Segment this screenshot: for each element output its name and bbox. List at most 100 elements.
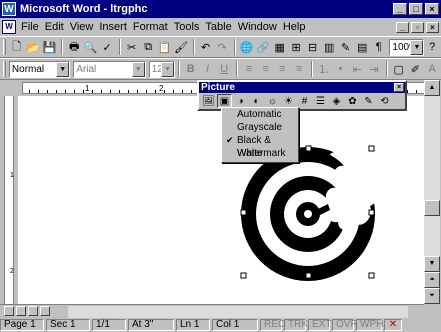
redo-icon[interactable]: ↷ [214, 39, 230, 56]
bullets-icon[interactable]: • [333, 61, 349, 78]
menu-help[interactable]: Help [280, 21, 309, 33]
decrease-indent-icon[interactable]: ⇤ [349, 61, 365, 78]
menu-item-black-white[interactable]: ✔ Black & White [222, 134, 298, 159]
format-painter-icon[interactable]: 🖌 [173, 39, 189, 56]
menu-file[interactable]: File [18, 21, 42, 33]
menu-item-automatic[interactable]: Automatic [222, 108, 298, 121]
new-icon[interactable]: 🗋 [9, 39, 25, 56]
vertical-scrollbar[interactable]: ▲ ▼ ⏶ ⏷ [424, 80, 441, 304]
print-preview-icon[interactable]: 🔍 [83, 39, 99, 56]
menu-window[interactable]: Window [235, 21, 280, 33]
word-app-icon[interactable]: W [2, 2, 16, 16]
picture-toolbar-caption[interactable]: Picture × [199, 82, 405, 93]
doc-close-button[interactable]: × [426, 21, 439, 33]
justify-icon[interactable]: ≡ [291, 61, 307, 78]
image-control-icon[interactable]: ▣ [217, 94, 232, 108]
document-icon[interactable]: W [2, 20, 16, 34]
font-combo[interactable]: Arial ▼ [73, 60, 146, 78]
menu-table[interactable]: Table [202, 21, 234, 33]
spelling-icon[interactable]: ✓ [99, 39, 115, 56]
print-icon[interactable]: 🖶 [66, 39, 82, 56]
border-icon[interactable]: ▢ [391, 61, 407, 78]
menu-edit[interactable]: Edit [42, 21, 67, 33]
align-right-icon[interactable]: ≡ [275, 61, 291, 78]
scroll-up-icon[interactable]: ▲ [424, 80, 440, 96]
format-picture-icon[interactable]: ✿ [345, 94, 360, 108]
menu-format[interactable]: Format [130, 21, 171, 33]
save-icon[interactable]: 💾 [42, 39, 58, 56]
more-brightness-icon[interactable]: ☼ [265, 94, 280, 108]
zoom-combo[interactable]: 100% ▼ [389, 38, 425, 56]
menu-view[interactable]: View [67, 21, 97, 33]
hyperlink-icon[interactable]: 🌐 [239, 39, 255, 56]
less-contrast-icon[interactable]: ◐ [249, 94, 264, 108]
less-brightness-icon[interactable]: ☀ [281, 94, 296, 108]
show-hide-icon[interactable]: ¶ [371, 39, 387, 56]
web-toolbar-icon[interactable]: 🔗 [255, 39, 271, 56]
status-wph[interactable]: WPH [356, 319, 383, 331]
minimize-button[interactable]: _ [393, 3, 407, 15]
picture-toolbar-close-button[interactable]: × [394, 83, 404, 92]
horizontal-scroll-track[interactable] [68, 306, 408, 318]
insert-table-icon[interactable]: ⊞ [288, 39, 304, 56]
insert-picture-icon[interactable]: 🖼 [201, 94, 216, 108]
chevron-down-icon[interactable]: ▼ [410, 39, 424, 55]
chevron-down-icon[interactable]: ▼ [160, 61, 174, 77]
crop-icon[interactable]: # [297, 94, 312, 108]
scroll-track[interactable] [424, 96, 440, 256]
document-map-icon[interactable]: ▤ [354, 39, 370, 56]
doc-restore-button[interactable]: ▫ [411, 21, 424, 33]
more-contrast-icon[interactable]: ◑ [233, 94, 248, 108]
tables-borders-icon[interactable]: ▦ [272, 39, 288, 56]
next-page-icon[interactable]: ⏷ [424, 288, 440, 304]
size-combo[interactable]: 12 ▼ [148, 60, 175, 78]
columns-icon[interactable]: ▥ [321, 39, 337, 56]
text-wrapping-icon[interactable]: ◈ [329, 94, 344, 108]
line-style-icon[interactable]: ☰ [313, 94, 328, 108]
previous-page-icon[interactable]: ⏶ [424, 272, 440, 288]
style-combo[interactable]: Normal ▼ [8, 60, 71, 78]
undo-icon[interactable]: ↶ [198, 39, 214, 56]
underline-icon[interactable]: U [216, 61, 232, 78]
status-ovr[interactable]: OVR [332, 319, 358, 331]
normal-view-icon[interactable] [4, 306, 14, 316]
highlight-icon[interactable]: ✐ [408, 61, 424, 78]
reset-picture-icon[interactable]: ⟲ [377, 94, 392, 108]
menu-tools[interactable]: Tools [171, 21, 203, 33]
copy-icon[interactable]: ⧉ [140, 39, 156, 56]
align-left-icon[interactable]: ≡ [241, 61, 257, 78]
scroll-down-icon[interactable]: ▼ [424, 256, 440, 272]
chevron-down-icon[interactable]: ▼ [131, 61, 145, 77]
numbering-icon[interactable]: ⒈ [316, 61, 332, 78]
menu-insert[interactable]: Insert [96, 21, 130, 33]
maximize-button[interactable]: □ [409, 3, 423, 15]
status-ext[interactable]: EXT [308, 319, 331, 331]
italic-icon[interactable]: I [200, 61, 216, 78]
font-color-icon[interactable]: A [424, 61, 440, 78]
bold-icon[interactable]: B [183, 61, 199, 78]
chevron-down-icon[interactable]: ▼ [56, 61, 70, 77]
web-layout-icon[interactable] [16, 306, 26, 316]
center-icon[interactable]: ≡ [258, 61, 274, 78]
menu-item-watermark[interactable]: Watermark [222, 147, 298, 160]
outline-view-icon[interactable] [40, 306, 50, 316]
status-rec[interactable]: REC [260, 319, 285, 331]
set-transparent-color-icon[interactable]: ✎ [361, 94, 376, 108]
close-button[interactable]: × [425, 3, 439, 15]
doc-minimize-button[interactable]: _ [396, 21, 409, 33]
cut-icon[interactable]: ✂ [124, 39, 140, 56]
menu-item-grayscale[interactable]: Grayscale [222, 121, 298, 134]
print-layout-icon[interactable] [28, 306, 38, 316]
formatting-toolbar: Normal ▼ Arial ▼ 12 ▼ B I U ≡ ≡ ≡ ≡ ⒈ • … [0, 58, 441, 80]
ruler-tick [137, 90, 138, 93]
paste-icon[interactable]: 📋 [157, 39, 173, 56]
status-at: At 3" [128, 319, 174, 331]
increase-indent-icon[interactable]: ⇥ [366, 61, 382, 78]
spelling-status-icon[interactable]: ✕ [384, 319, 402, 331]
scroll-thumb[interactable] [424, 200, 440, 216]
open-icon[interactable]: 📂 [25, 39, 41, 56]
drawing-icon[interactable]: ✎ [338, 39, 354, 56]
insert-excel-icon[interactable]: ⊟ [305, 39, 321, 56]
status-trk[interactable]: TRK [284, 319, 308, 331]
help-icon[interactable]: ? [424, 39, 440, 56]
